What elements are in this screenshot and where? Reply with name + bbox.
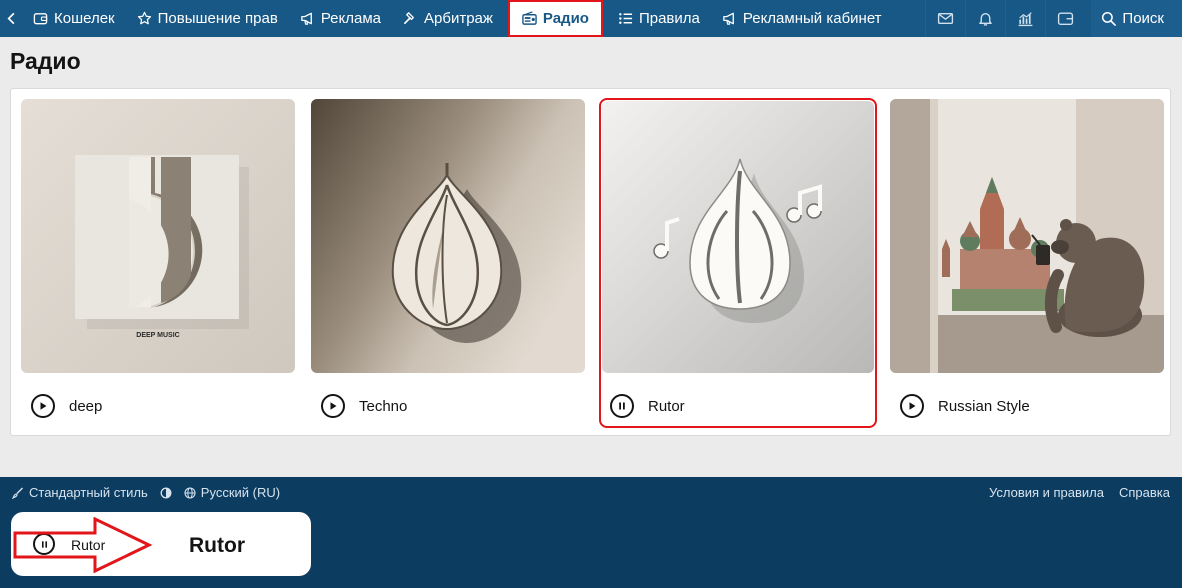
- nav-item-label: Повышение прав: [157, 10, 278, 27]
- station-footer: deep: [31, 394, 102, 418]
- pause-icon: [619, 402, 625, 410]
- nav-item-ads[interactable]: Реклама: [289, 0, 392, 37]
- megaphone-icon: [723, 12, 734, 25]
- chevron-left-icon: [7, 12, 15, 25]
- nav-item-rules[interactable]: Правила: [607, 0, 711, 37]
- nav-item-label: Правила: [638, 10, 700, 27]
- onion-logo-art: [311, 99, 585, 373]
- chart-icon: [1019, 12, 1033, 27]
- pause-button[interactable]: [610, 394, 634, 418]
- top-navigation: Кошелек Повышение прав Реклама Арбитраж …: [0, 0, 1182, 37]
- mini-player: Rutor Rutor: [11, 512, 311, 576]
- deep-music-cover-art: DEEP MUSIC: [21, 99, 295, 373]
- nav-item-label: Радио: [542, 10, 589, 27]
- style-label: Стандартный стиль: [29, 485, 148, 500]
- stations-panel: DEEP MUSIC deep Techno Rutor Russian Sty…: [10, 88, 1171, 436]
- nav-back-button[interactable]: [0, 0, 22, 37]
- play-button[interactable]: [31, 394, 55, 418]
- search-button[interactable]: Поиск: [1091, 0, 1182, 37]
- bear-kremlin-art: [890, 99, 1164, 373]
- nav-item-label: Реклама: [320, 10, 381, 27]
- nav-item-label: Арбитраж: [424, 10, 493, 27]
- station-card-russian-style[interactable]: Russian Style: [890, 99, 1164, 427]
- star-icon: [137, 11, 151, 25]
- onion-music-logo-art: [602, 101, 874, 373]
- station-footer: Techno: [321, 394, 407, 418]
- station-name: Techno: [359, 397, 408, 415]
- play-icon: [330, 402, 337, 410]
- globe-icon: [184, 486, 196, 499]
- wallet-icon: [1058, 12, 1074, 26]
- nav-item-arbitrage[interactable]: Арбитраж: [392, 0, 504, 37]
- terms-link[interactable]: Условия и правила: [989, 485, 1104, 500]
- nav-item-upgrade[interactable]: Повышение прав: [126, 0, 289, 37]
- nav-right-group: Поиск: [925, 0, 1182, 37]
- contrast-icon: [160, 487, 172, 498]
- wallet-icon: [33, 13, 48, 25]
- radio-icon: [522, 11, 537, 25]
- station-cover-russian-style[interactable]: [890, 99, 1164, 373]
- station-footer: Rutor: [610, 394, 685, 418]
- station-cover-techno[interactable]: [311, 99, 585, 373]
- player-now-playing-title: Rutor: [189, 534, 245, 557]
- help-link[interactable]: Справка: [1119, 485, 1170, 500]
- language-chooser-link[interactable]: Русский (RU): [184, 485, 280, 500]
- play-icon: [909, 402, 916, 410]
- station-name: Rutor: [648, 397, 685, 415]
- nav-item-label: Рекламный кабинет: [742, 10, 882, 27]
- brush-icon: [12, 487, 23, 499]
- station-footer: Russian Style: [900, 394, 1030, 418]
- play-button[interactable]: [900, 394, 924, 418]
- search-icon: [1102, 11, 1117, 26]
- pause-icon: [41, 540, 47, 548]
- style-chooser-link[interactable]: Стандартный стиль: [12, 485, 148, 500]
- play-icon: [40, 402, 47, 410]
- nav-item-label: Кошелек: [54, 10, 115, 27]
- station-card-deep[interactable]: DEEP MUSIC deep: [21, 99, 295, 427]
- player-pause-button[interactable]: [33, 533, 55, 555]
- messages-button[interactable]: [925, 0, 965, 37]
- search-label: Поиск: [1122, 10, 1164, 27]
- language-label: Русский (RU): [200, 485, 281, 500]
- notifications-button[interactable]: [965, 0, 1005, 37]
- list-icon: [619, 13, 633, 24]
- footer-right-links: Условия и правила Справка: [989, 485, 1170, 500]
- wallet-button[interactable]: [1045, 0, 1085, 37]
- station-cover-rutor[interactable]: [602, 101, 874, 373]
- play-button[interactable]: [321, 394, 345, 418]
- nav-item-radio[interactable]: Радио: [507, 0, 603, 37]
- station-name: Russian Style: [938, 397, 1030, 415]
- gavel-icon: [404, 12, 414, 25]
- stats-button[interactable]: [1005, 0, 1045, 37]
- envelope-icon: [938, 13, 954, 24]
- footer-links: Стандартный стиль Русский (RU) Условия и…: [12, 485, 1170, 500]
- station-cover-deep[interactable]: DEEP MUSIC: [21, 99, 295, 373]
- station-card-rutor[interactable]: Rutor: [599, 98, 877, 428]
- nav-item-wallet[interactable]: Кошелек: [22, 0, 126, 37]
- megaphone-icon: [301, 12, 312, 25]
- player-station-name: Rutor: [71, 537, 106, 553]
- bell-icon: [979, 13, 993, 26]
- theme-toggle[interactable]: [160, 487, 172, 499]
- page-title: Радио: [10, 48, 81, 74]
- station-card-techno[interactable]: Techno: [311, 99, 585, 427]
- station-name: deep: [69, 397, 103, 415]
- svg-text:DEEP MUSIC: DEEP MUSIC: [136, 332, 179, 339]
- nav-item-ad-cabinet[interactable]: Рекламный кабинет: [711, 0, 893, 37]
